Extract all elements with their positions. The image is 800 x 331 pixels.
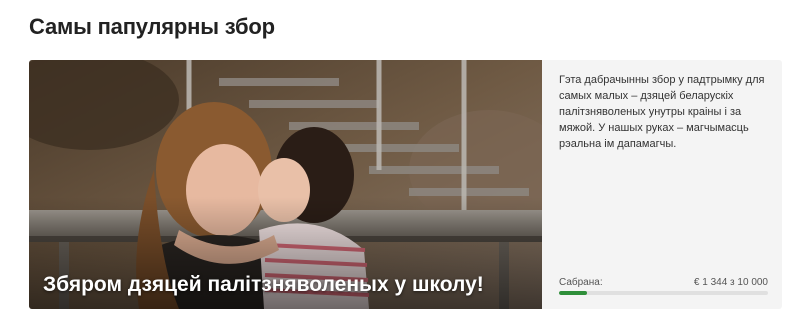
- progress-labels: Сабрана: € 1 344 з 10 000: [559, 277, 768, 291]
- collected-label: Сабрана:: [559, 277, 603, 288]
- progress-bar: [559, 291, 768, 295]
- collected-amount: € 1 344 з 10 000: [693, 277, 768, 288]
- progress-bar-fill: [559, 291, 588, 295]
- campaign-info: Гэта дабрачынны збор у падтрымку для сам…: [542, 60, 782, 309]
- page: Самы папулярны збор Збяром дзяцей палітз…: [0, 0, 800, 331]
- campaign-title[interactable]: Збяром дзяцей палітзняволеных у школу!: [43, 273, 528, 297]
- campaign-photo[interactable]: Збяром дзяцей палітзняволеных у школу!: [29, 60, 542, 309]
- campaign-description: Гэта дабрачынны збор у падтрымку для сам…: [559, 74, 765, 150]
- campaign-card[interactable]: Збяром дзяцей палітзняволеных у школу! Г…: [29, 60, 782, 309]
- section-title: Самы папулярны збор: [29, 14, 275, 39]
